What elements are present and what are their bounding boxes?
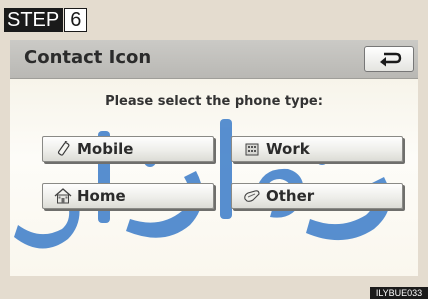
prompt-text: Please select the phone type: — [105, 94, 323, 109]
mobile-button[interactable]: Mobile — [42, 136, 214, 162]
back-button[interactable] — [364, 46, 414, 72]
image-code: ILYBUE033 — [370, 287, 428, 299]
mobile-label: Mobile — [77, 140, 134, 158]
work-label: Work — [266, 140, 310, 158]
home-label: Home — [77, 187, 126, 205]
other-phone-icon — [238, 183, 266, 209]
office-building-icon — [238, 136, 266, 162]
other-button[interactable]: Other — [231, 183, 403, 209]
home-button[interactable]: Home — [42, 183, 214, 209]
step-label: STEP — [4, 8, 64, 32]
house-icon — [49, 183, 77, 209]
step-number: 6 — [64, 8, 88, 32]
page-title: Contact Icon — [24, 47, 152, 68]
title-bar: Contact Icon — [10, 40, 418, 79]
content-area: Please select the phone type: Mobile Wor… — [10, 79, 418, 276]
other-label: Other — [266, 187, 315, 205]
display-screen: Contact Icon Please select the phone typ… — [10, 40, 418, 276]
mobile-phone-icon — [49, 136, 77, 162]
step-indicator: STEP 6 — [4, 8, 88, 32]
work-button[interactable]: Work — [231, 136, 403, 162]
return-arrow-icon — [380, 52, 402, 67]
